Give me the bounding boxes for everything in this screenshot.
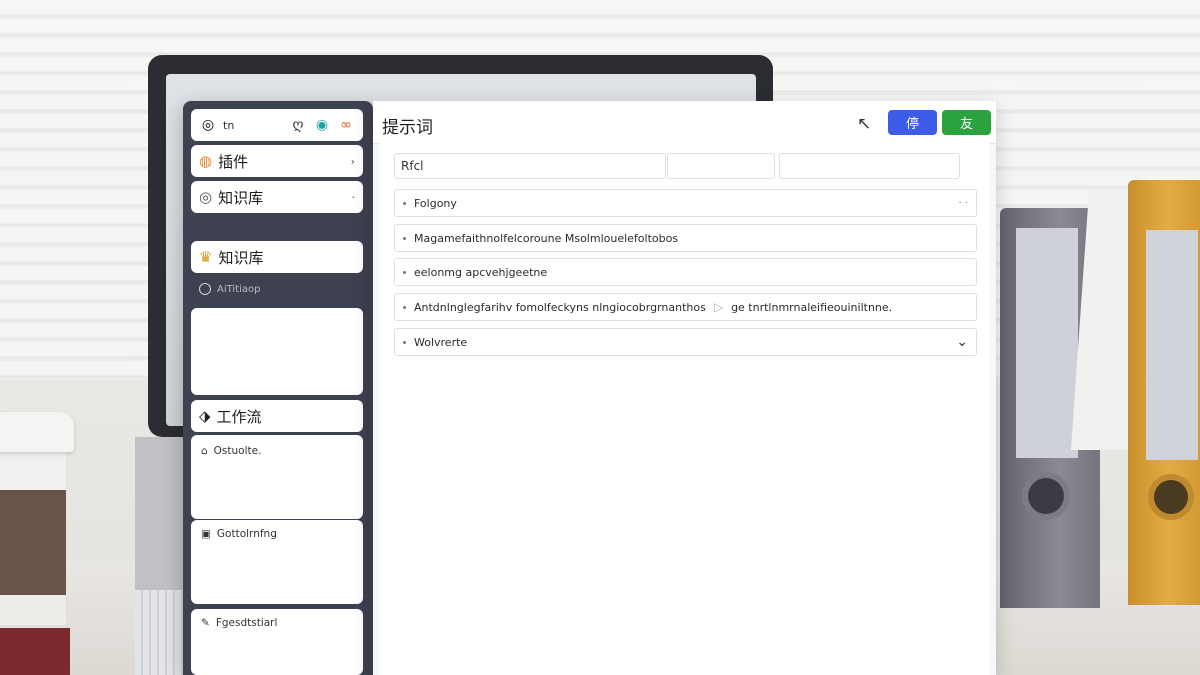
orange-binder xyxy=(1128,180,1200,605)
sidebar-panel-3[interactable]: ✎ Fgesdtstiarl xyxy=(191,609,363,675)
orange-link-icon[interactable]: ∞ xyxy=(337,116,355,134)
row-text: Magamefaithnolfelcoroune Msolmlouelefolt… xyxy=(414,231,679,245)
bullet-icon xyxy=(403,270,406,274)
main-panel: 提示词 ↖ 停 友 Rfcl Folgony · · Magamefaithno… xyxy=(373,101,996,675)
sidebar-item-label: 知识库 xyxy=(218,188,264,207)
page-title: 提示词 xyxy=(382,118,433,138)
coffee-cup xyxy=(0,450,66,625)
panel-row: ⌂ Ostuolte. xyxy=(201,445,261,457)
chevron-down-icon[interactable]: ⌄ xyxy=(956,334,968,350)
row-end-marker: · · xyxy=(958,197,968,209)
panel-row: ✎ Fgesdtstiarl xyxy=(201,617,277,629)
sidebar-sub-item[interactable]: AiTitiaop xyxy=(199,283,261,295)
pen-icon: ✎ xyxy=(201,617,210,629)
text-field-2[interactable] xyxy=(667,153,775,179)
database-icon: ◎ xyxy=(199,188,213,206)
circle-icon xyxy=(199,283,211,295)
sidebar-item-label: 知识库 xyxy=(218,248,264,267)
row-text: Antdnlnglegfarihv fomolfeckyns nlngiocob… xyxy=(414,300,706,314)
sidebar-item-label: 工作流 xyxy=(216,407,262,426)
header: 提示词 ↖ 停 友 xyxy=(373,101,996,144)
sidebar-item-plugins[interactable]: ◍ 插件 › xyxy=(191,145,363,177)
background-keyboard xyxy=(135,590,185,675)
teal-badge-icon[interactable]: ◉ xyxy=(313,116,331,134)
sidebar-panel-1[interactable]: ⌂ Ostuolte. xyxy=(191,435,363,519)
bullet-icon xyxy=(403,305,406,309)
primary-button[interactable]: 停 xyxy=(888,110,937,135)
list-item[interactable]: Folgony · · xyxy=(394,189,977,217)
chevron-icon: › xyxy=(350,154,355,168)
plugin-icon: ◍ xyxy=(199,152,213,170)
sidebar-blank-panel xyxy=(191,308,363,395)
sidebar-topbar: ◎ tn ღ ◉ ∞ xyxy=(191,109,363,141)
topbar-text: tn xyxy=(223,118,235,132)
brain-icon[interactable]: ღ xyxy=(289,116,307,134)
coffee-cup-lid xyxy=(0,412,74,452)
row-text: Wolvrerte xyxy=(414,335,468,349)
panel-label: Gottolrnfng xyxy=(216,528,277,540)
bullet-icon xyxy=(403,236,406,240)
separator-icon: ▷ xyxy=(713,300,724,314)
list-item[interactable]: eelonmg apcvehjgeetne xyxy=(394,258,977,286)
text-field-1[interactable]: Rfcl xyxy=(394,153,666,179)
workflow-icon: ⬗ xyxy=(199,407,211,425)
select-row[interactable]: Wolvrerte ⌄ xyxy=(394,328,977,356)
spiral-icon[interactable]: ◎ xyxy=(199,116,217,134)
calendar-icon: ▣ xyxy=(201,528,211,540)
bullet-icon xyxy=(403,201,406,205)
sidebar-item-knowledge[interactable]: ◎ 知识库 · xyxy=(191,181,363,213)
text-field-3[interactable] xyxy=(779,153,960,179)
sidebar-item-knowledge-2[interactable]: ♛ 知识库 xyxy=(191,241,363,273)
sidebar-panel-2[interactable]: ▣ Gottolrnfng xyxy=(191,520,363,604)
sidebar-item-workflow[interactable]: ⬗ 工作流 xyxy=(191,400,363,432)
form-content: Rfcl Folgony · · Magamefaithnolfelcoroun… xyxy=(379,143,990,675)
chat-icon: ⌂ xyxy=(201,445,208,457)
panel-label: Ostuolte. xyxy=(213,445,262,457)
red-book xyxy=(0,628,70,675)
list-item[interactable]: Magamefaithnolfelcoroune Msolmlouelefolt… xyxy=(394,224,977,252)
sidebar-item-label: 插件 xyxy=(218,152,249,171)
sidebar: ◎ tn ღ ◉ ∞ ◍ 插件 › ◎ 知识库 · ♛ 知识库 AiTitiao… xyxy=(183,101,373,675)
bullet-icon xyxy=(403,340,406,344)
success-button[interactable]: 友 xyxy=(942,110,991,135)
lightbulb-icon: ♛ xyxy=(199,248,213,266)
panel-label: Fgesdtstiarl xyxy=(215,617,278,629)
cursor-icon[interactable]: ↖ xyxy=(857,114,871,134)
row-text-extra: ge tnrtlnmrnaleifieouiniltnne. xyxy=(731,300,893,314)
panel-row: ▣ Gottolrnfng xyxy=(201,528,277,540)
list-item[interactable]: Antdnlnglegfarihv fomolfeckyns nlngiocob… xyxy=(394,293,977,321)
chevron-icon: · xyxy=(351,190,356,204)
sub-item-label: AiTitiaop xyxy=(217,283,261,295)
row-text: Folgony xyxy=(414,196,457,210)
row-text: eelonmg apcvehjgeetne xyxy=(414,265,548,279)
